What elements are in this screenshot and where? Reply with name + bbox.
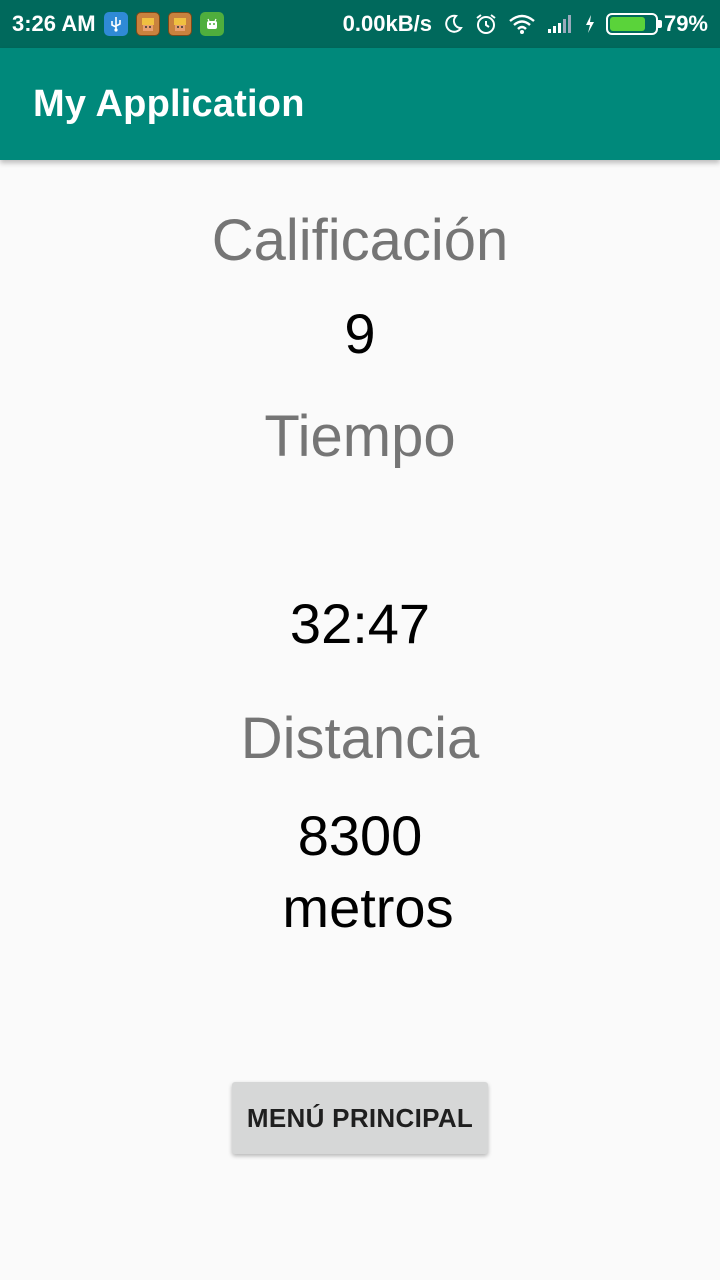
battery-percent: 79% xyxy=(663,11,708,36)
alarm-icon xyxy=(474,12,498,36)
results-content: Calificación 9 Tiempo 32:47 Distancia 83… xyxy=(0,160,720,1280)
score-value: 9 xyxy=(344,302,376,365)
app-title: My Application xyxy=(33,82,305,125)
usb-icon xyxy=(103,12,128,36)
wifi-icon xyxy=(508,13,536,35)
status-bar: 3:26 AM 0.00kB/s 79% xyxy=(0,0,720,48)
time-value: 32:47 xyxy=(289,592,431,655)
battery-shell xyxy=(605,13,662,35)
moon-icon xyxy=(442,13,464,35)
game-icon xyxy=(135,12,160,36)
game-icon xyxy=(167,12,192,36)
signal-icon xyxy=(546,13,574,35)
status-left: 3:26 AM xyxy=(12,11,224,37)
distance-label: Distancia xyxy=(240,706,480,771)
battery-icon: 79% xyxy=(605,11,708,37)
battery-fill xyxy=(609,17,645,31)
time-label: Tiempo xyxy=(264,404,456,469)
distance-value: 8300 xyxy=(297,804,423,867)
battery-tip xyxy=(657,20,662,28)
score-label: Calificación xyxy=(211,208,509,273)
app-bar: My Application xyxy=(0,48,720,160)
main-menu-button[interactable]: MENÚ PRINCIPAL xyxy=(232,1082,488,1154)
distance-unit: metros xyxy=(282,876,454,939)
status-right: 0.00kB/s 79% xyxy=(343,11,708,37)
net-speed: 0.00kB/s xyxy=(342,11,432,36)
android-icon xyxy=(199,12,224,36)
charging-icon xyxy=(584,14,596,34)
status-time: 3:26 AM xyxy=(12,11,96,36)
